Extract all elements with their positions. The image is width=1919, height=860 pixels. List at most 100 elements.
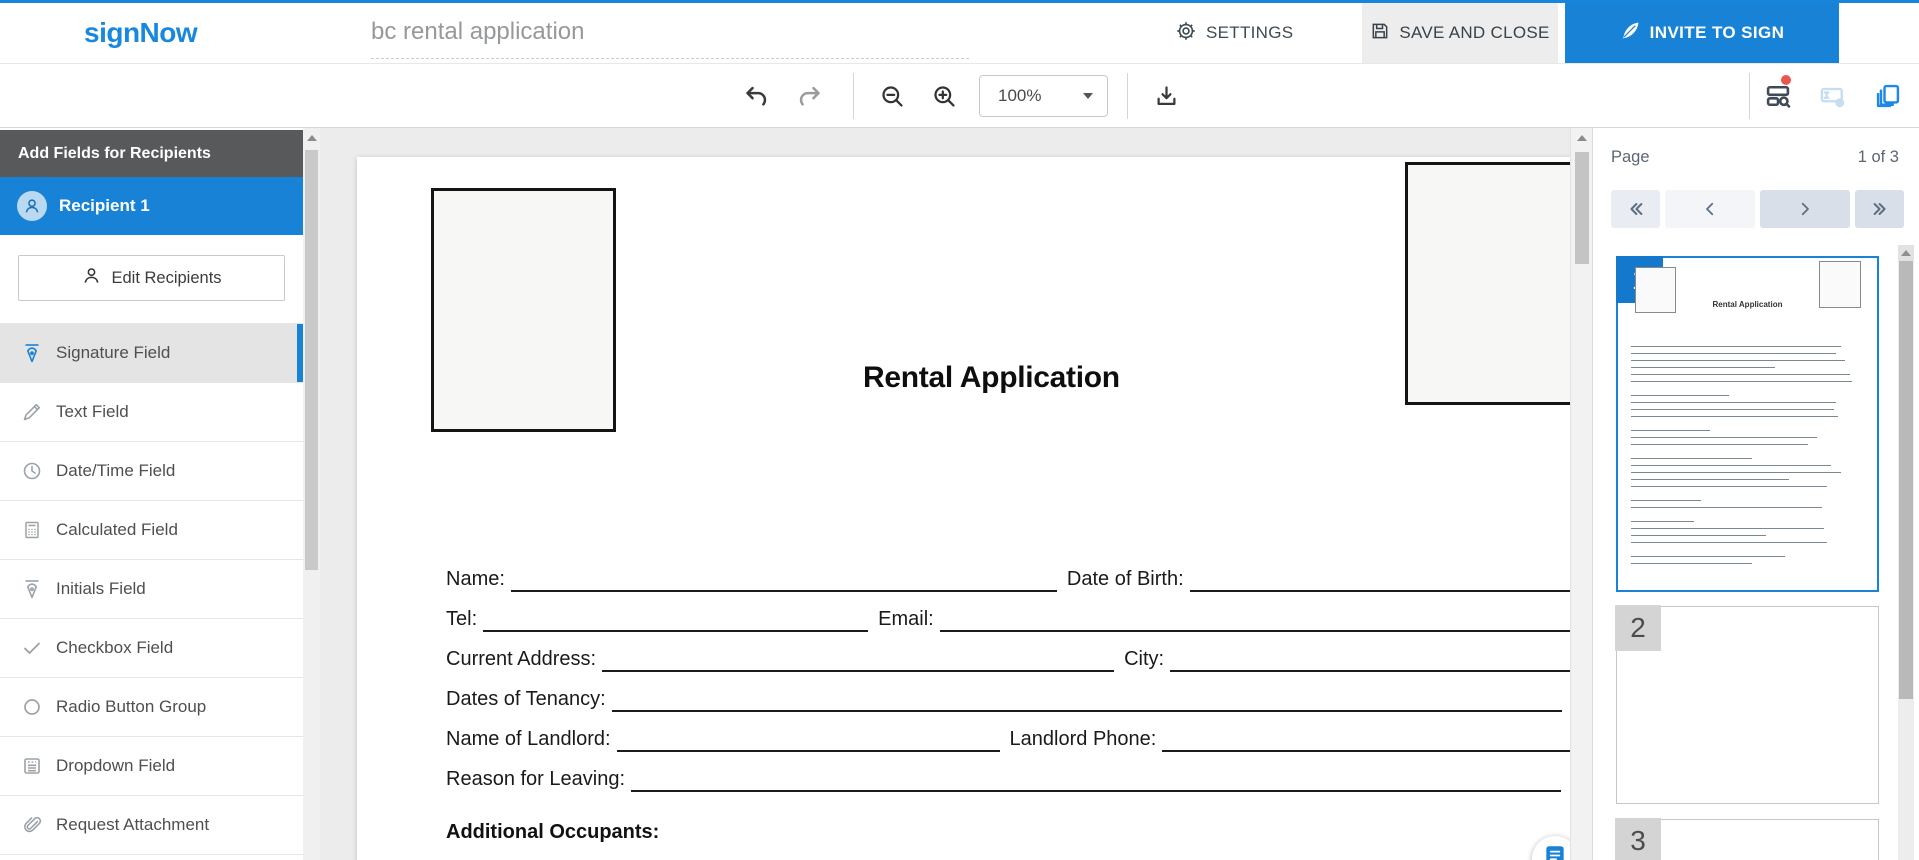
sidebar-item-date-time-field[interactable]: Date/Time Field	[0, 442, 303, 501]
gear-icon	[1175, 20, 1197, 47]
previous-page-button[interactable]	[1665, 190, 1755, 228]
sidebar-item-radio-button-group[interactable]: Radio Button Group	[0, 678, 303, 737]
sidebar-scrollbar[interactable]	[303, 128, 320, 860]
form-label: Email:	[878, 608, 934, 630]
document-title-input[interactable]: bc rental application	[371, 3, 584, 57]
floppy-disk-icon	[1370, 21, 1390, 46]
field-settings-button	[1813, 76, 1853, 116]
form-label: Date of Birth:	[1067, 568, 1184, 590]
form-label: Current Address:	[446, 648, 596, 670]
thumbnails-scrollbar[interactable]	[1898, 245, 1914, 860]
form-label: Landlord Phone:	[1010, 728, 1157, 750]
zoom-out-button[interactable]	[872, 76, 912, 116]
feather-quill-icon	[1620, 20, 1641, 46]
duplicate-pages-button[interactable]	[1868, 76, 1908, 116]
chat-document-icon	[1542, 843, 1568, 860]
first-page-button[interactable]	[1611, 190, 1660, 228]
form-box-left	[431, 188, 616, 432]
person-icon	[81, 265, 102, 291]
zoom-in-icon	[931, 83, 958, 110]
sidebar-item-dropdown-field[interactable]: Dropdown Field	[0, 737, 303, 796]
download-icon	[1153, 83, 1180, 110]
form-label: Dates of Tenancy:	[446, 688, 606, 710]
recipient-selector[interactable]: Recipient 1	[0, 177, 303, 235]
settings-label: SETTINGS	[1206, 23, 1293, 43]
toolbar-divider	[1749, 73, 1750, 119]
document-scrollbar[interactable]	[1570, 128, 1592, 860]
form-row: Name:Date of Birth:	[446, 559, 1570, 599]
sidebar-panel-title: Add Fields for Recipients	[0, 130, 303, 177]
pen-nib-icon	[21, 578, 43, 600]
form-blank-line	[1162, 719, 1570, 752]
scrollbar-thumb[interactable]	[305, 150, 318, 570]
page-indicator: 1 of 3	[1858, 148, 1899, 167]
zoom-out-icon	[879, 83, 906, 110]
undo-button[interactable]	[736, 76, 776, 116]
page-thumbnail-2[interactable]: 2	[1616, 606, 1879, 804]
signnow-logo[interactable]: signNow	[84, 3, 197, 63]
form-label: Name of Landlord:	[446, 728, 611, 750]
page-thumbnails: 1 Rental Application 2 3	[1616, 256, 1879, 860]
save-and-close-button[interactable]: SAVE AND CLOSE	[1362, 3, 1558, 63]
zoom-level-value: 100%	[980, 86, 1083, 106]
page-thumbnail-1[interactable]: 1 Rental Application	[1616, 256, 1879, 592]
download-button[interactable]	[1146, 76, 1186, 116]
form-blank-line	[602, 639, 1114, 672]
sidebar-item-text-field[interactable]: Text Field	[0, 383, 303, 442]
calculator-icon	[21, 519, 43, 541]
form-section-heading: Additional Occupants:	[446, 821, 1570, 844]
next-page-button[interactable]	[1760, 190, 1850, 228]
form-box-right	[1405, 162, 1570, 405]
form-blank-line	[631, 759, 1561, 792]
thumbnail-title: Rental Application	[1618, 300, 1877, 309]
field-settings-icon	[1819, 82, 1847, 110]
last-page-button[interactable]	[1855, 190, 1904, 228]
form-label: Reason for Leaving:	[446, 768, 625, 790]
scrollbar-thumb[interactable]	[1575, 152, 1589, 264]
invite-to-sign-button[interactable]: INVITE TO SIGN	[1565, 3, 1839, 63]
scrollbar-thumb[interactable]	[1899, 261, 1913, 699]
pencil-icon	[21, 401, 43, 423]
redo-button[interactable]	[789, 76, 829, 116]
form-row: Dates of Tenancy:	[446, 679, 1570, 719]
app-header: signNow bc rental application SETTINGS S…	[0, 3, 1919, 64]
toolbar-divider	[853, 73, 854, 119]
recipient-name: Recipient 1	[59, 196, 150, 216]
editor-toolbar: 100%	[0, 64, 1919, 128]
scroll-up-arrow[interactable]	[307, 135, 317, 141]
pages-panel: Page 1 of 3	[1592, 128, 1919, 860]
sidebar-item-signature-field[interactable]: Signature Field	[0, 324, 303, 383]
recipient-avatar	[17, 191, 47, 221]
form-label: City:	[1124, 648, 1164, 670]
document-viewport: Rental Application Name:Date of Birth:Te…	[320, 128, 1570, 860]
checkmark-icon	[21, 637, 43, 659]
edit-recipients-label: Edit Recipients	[111, 269, 221, 288]
sidebar-item-checkbox-field[interactable]: Checkbox Field	[0, 619, 303, 678]
document-form-title: Rental Application	[863, 361, 1120, 395]
double-chevron-left-icon	[1626, 199, 1646, 219]
form-blank-line	[483, 599, 868, 632]
sidebar-item-request-attachment[interactable]: Request Attachment	[0, 796, 303, 855]
search-fields-button[interactable]	[1758, 76, 1798, 116]
edit-recipients-button[interactable]: Edit Recipients	[18, 255, 285, 301]
page-thumbnail-3[interactable]: 3	[1616, 819, 1879, 860]
double-chevron-right-icon	[1870, 199, 1890, 219]
form-label: Tel:	[446, 608, 477, 630]
form-row: Tel: Email:	[446, 599, 1570, 639]
circle-icon	[21, 696, 43, 718]
zoom-in-button[interactable]	[924, 76, 964, 116]
form-blank-line	[511, 559, 1057, 592]
chevron-right-icon	[1796, 200, 1814, 218]
sidebar-item-calculated-field[interactable]: Calculated Field	[0, 501, 303, 560]
scroll-up-arrow[interactable]	[1898, 245, 1914, 261]
paperclip-icon	[21, 814, 43, 836]
scroll-up-arrow[interactable]	[1577, 135, 1587, 141]
zoom-level-dropdown[interactable]: 100%	[979, 75, 1108, 117]
sidebar-item-label: Text Field	[56, 402, 129, 422]
document-page[interactable]: Rental Application Name:Date of Birth:Te…	[357, 157, 1570, 860]
settings-button[interactable]: SETTINGS	[1163, 3, 1305, 63]
sidebar-item-initials-field[interactable]: Initials Field	[0, 560, 303, 619]
page-number-badge: 2	[1615, 605, 1661, 651]
page-navigation	[1611, 190, 1904, 228]
form-row: Name of Landlord: Landlord Phone:	[446, 719, 1570, 759]
